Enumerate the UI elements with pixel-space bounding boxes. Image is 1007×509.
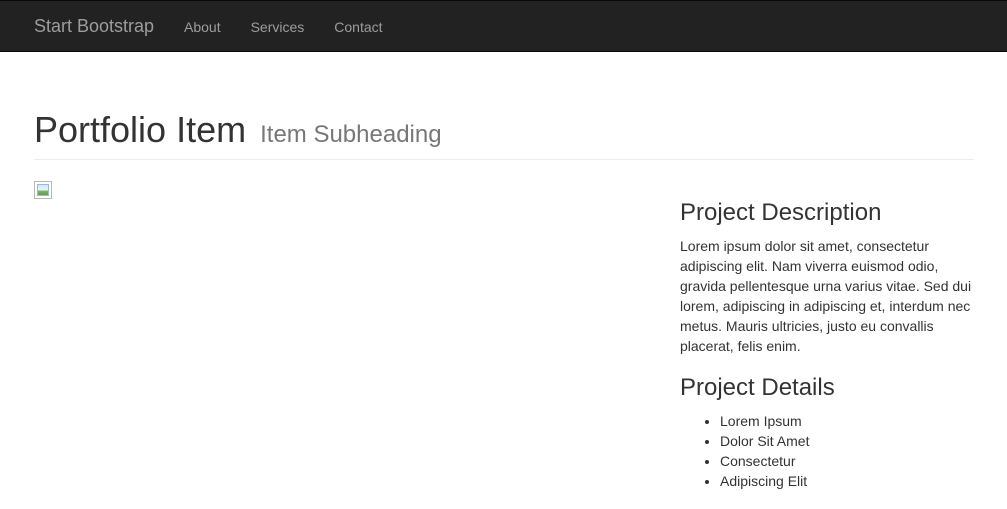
nav-link-about[interactable]: About xyxy=(184,18,221,36)
image-placeholder xyxy=(37,184,49,196)
list-item: Adipiscing Elit xyxy=(720,471,980,491)
broken-image-icon xyxy=(34,181,52,199)
project-details-heading: Project Details xyxy=(680,374,835,401)
page-subtitle: Item Subheading xyxy=(260,121,442,148)
page-title-text: Portfolio Item xyxy=(34,109,247,150)
brand-link[interactable]: Start Bootstrap xyxy=(34,16,154,36)
project-details-list: Lorem Ipsum Dolor Sit Amet Consectetur A… xyxy=(680,411,980,491)
list-item: Consectetur xyxy=(720,451,980,471)
project-description-text: Lorem ipsum dolor sit amet, consectetur … xyxy=(680,238,972,354)
page-title: Portfolio Item Item Subheading xyxy=(34,108,974,157)
list-item: Dolor Sit Amet xyxy=(720,431,980,451)
project-sidebar: Project Description Lorem ipsum dolor si… xyxy=(680,198,980,491)
project-description-heading: Project Description xyxy=(680,199,882,226)
list-item: Lorem Ipsum xyxy=(720,411,980,431)
page-header: Portfolio Item Item Subheading xyxy=(34,108,974,160)
nav-links: About Services Contact xyxy=(184,18,413,36)
top-navbar: Start Bootstrap About Services Contact xyxy=(0,0,1007,52)
nav-link-services[interactable]: Services xyxy=(251,18,305,36)
nav-link-contact[interactable]: Contact xyxy=(334,18,382,36)
